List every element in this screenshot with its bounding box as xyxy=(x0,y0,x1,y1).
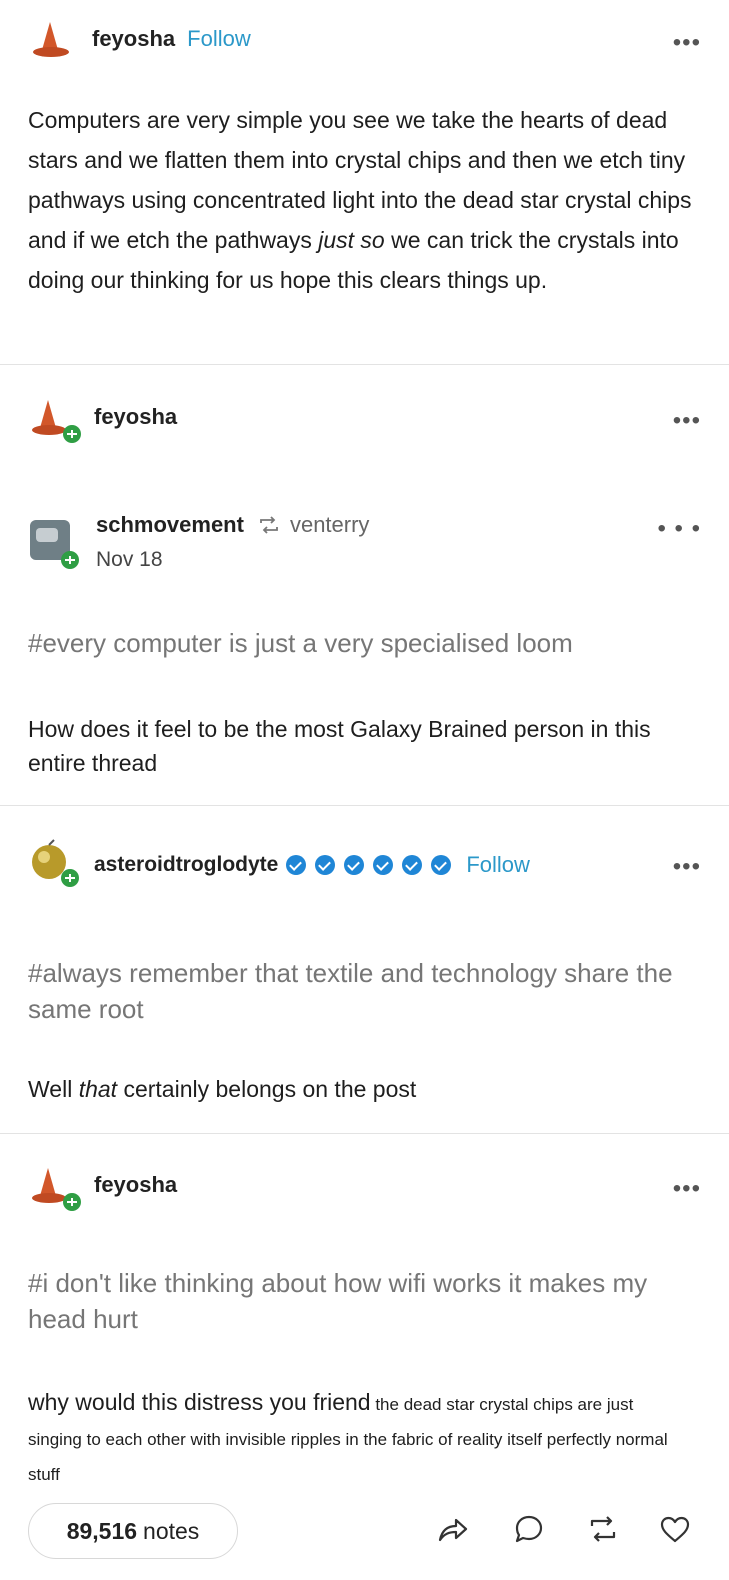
quoted-tag[interactable]: #every computer is just a very specialis… xyxy=(28,625,689,661)
verified-badge-icon xyxy=(431,855,452,875)
more-options-icon[interactable]: ••• xyxy=(673,855,701,879)
witch-hat-avatar-icon[interactable] xyxy=(28,396,82,446)
notes-label: notes xyxy=(143,1517,200,1544)
reblog-icon xyxy=(260,516,278,534)
more-options-icon[interactable]: ••• xyxy=(673,409,701,433)
more-options-icon[interactable]: ••• xyxy=(673,31,701,55)
post-body-italic: just so xyxy=(318,227,385,253)
reblog-icon[interactable] xyxy=(586,1512,620,1546)
verified-badge-icon xyxy=(402,855,423,875)
witch-hat-avatar-icon[interactable] xyxy=(28,18,76,62)
divider xyxy=(0,364,729,365)
more-options-icon[interactable]: • • • xyxy=(657,517,701,541)
reblog-tag[interactable]: #i don't like thinking about how wifi wo… xyxy=(28,1265,689,1337)
like-icon[interactable] xyxy=(658,1512,692,1546)
reblog-text-2: certainly belongs on the post xyxy=(117,1076,417,1102)
reblog-author-name[interactable]: feyosha xyxy=(94,1172,177,1198)
share-icon[interactable] xyxy=(436,1512,470,1546)
reblog-text: why would this distress you friend the d… xyxy=(28,1386,689,1491)
quoted-date-row: Nov 18 xyxy=(96,546,163,574)
reblog-header: asteroidtroglodyte Follow xyxy=(94,850,530,880)
more-options-icon[interactable]: ••• xyxy=(673,1177,701,1201)
verified-badge-icon xyxy=(315,855,336,875)
notes-count: 89,516 xyxy=(66,1517,138,1544)
verified-badge-icon xyxy=(344,855,365,875)
post-author-name[interactable]: feyosha xyxy=(92,26,175,52)
reblog-text-italic: that xyxy=(78,1076,118,1102)
divider xyxy=(0,805,729,806)
tumblr-post-screenshot: feyosha Follow ••• Computers are very si… xyxy=(0,0,729,1580)
post-body: Computers are very simple you see we tak… xyxy=(28,100,701,300)
follow-button[interactable]: Follow xyxy=(466,852,530,878)
reblog-tag[interactable]: #always remember that textile and techno… xyxy=(28,955,689,1027)
user-avatar-icon[interactable] xyxy=(28,518,80,570)
reblog-header: feyosha xyxy=(94,1170,177,1200)
notes-count-button[interactable]: 89,516 notes xyxy=(28,1503,238,1559)
golden-apple-avatar-icon[interactable] xyxy=(28,838,82,890)
quoted-header: schmovement venterry xyxy=(96,510,369,540)
witch-hat-avatar-icon[interactable] xyxy=(28,1164,82,1214)
reblog-text-large: why would this distress you friend xyxy=(28,1389,371,1415)
reply-icon[interactable] xyxy=(512,1512,546,1546)
verified-badge-icon xyxy=(286,855,307,875)
quoted-author-name[interactable]: schmovement xyxy=(96,512,244,538)
reblog-author-name[interactable]: asteroidtroglodyte xyxy=(94,853,278,877)
reblog-header: feyosha xyxy=(94,402,177,432)
post-header: feyosha Follow xyxy=(92,24,251,54)
reblog-text-1: Well xyxy=(28,1076,79,1102)
post-date: Nov 18 xyxy=(96,548,163,571)
reblog-author-name[interactable]: feyosha xyxy=(94,404,177,430)
follow-button[interactable]: Follow xyxy=(187,26,251,52)
verified-badge-icon xyxy=(373,855,394,875)
reblog-text: Well that certainly belongs on the post xyxy=(28,1072,689,1106)
verified-badges xyxy=(286,855,460,875)
divider xyxy=(0,1133,729,1134)
quoted-text: How does it feel to be the most Galaxy B… xyxy=(28,716,651,776)
reblogged-from-name[interactable]: venterry xyxy=(290,512,369,538)
